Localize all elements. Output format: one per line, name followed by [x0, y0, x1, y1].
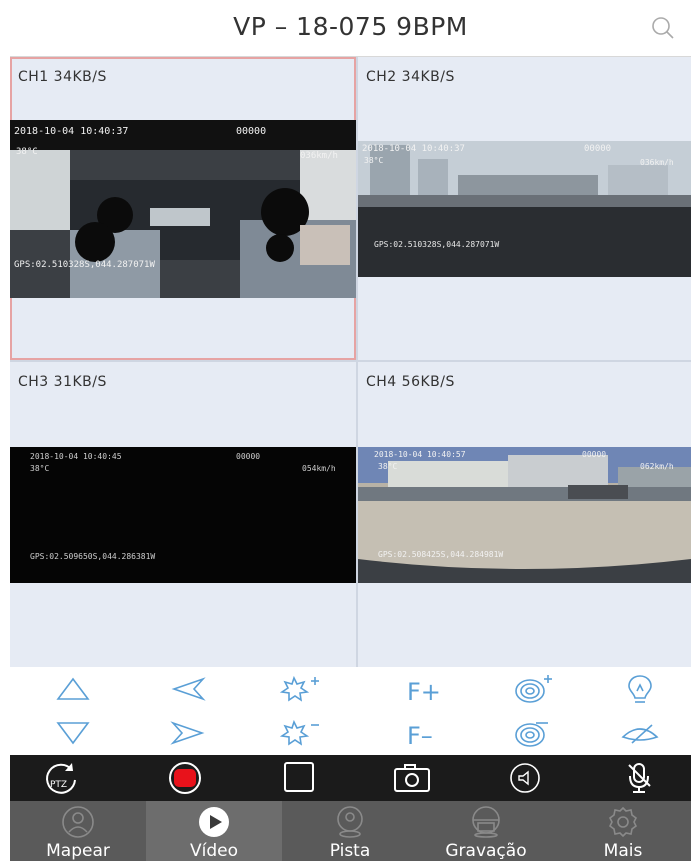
play-icon: [197, 805, 231, 839]
nav-item-mapear[interactable]: Mapear: [10, 801, 146, 861]
channel-label: CH1 34KB/S: [18, 69, 107, 85]
map-person-icon: [61, 805, 95, 839]
search-icon[interactable]: [649, 14, 677, 42]
tilt-down-icon[interactable]: [45, 715, 101, 751]
ptz-toggle-icon[interactable]: PTZ: [40, 759, 84, 797]
ptz-control-panel: F+ F–: [10, 667, 691, 755]
snapshot-icon[interactable]: [390, 759, 434, 797]
osd-temp: 38°C: [364, 156, 383, 165]
video-cell-ch2[interactable]: CH2 34KB/S 2018-10-04 10:40:37 00000 38°…: [358, 57, 691, 360]
osd-code: 00000: [582, 450, 606, 459]
grid-divider-vertical: [356, 57, 358, 667]
osd-temp: 38°C: [378, 462, 397, 471]
nav-label: Mapear: [46, 841, 110, 861]
osd-speed: 054km/h: [302, 464, 336, 473]
video-cell-ch3[interactable]: CH3 31KB/S 2018-10-04 10:40:45 00000 38°…: [10, 362, 356, 667]
recording-icon: [469, 805, 503, 839]
osd-code: 00000: [584, 144, 611, 154]
osd-gps: GPS:02.509650S,044.286381W: [30, 552, 155, 561]
nav-item-mais[interactable]: Mais: [555, 801, 691, 861]
osd-gps: GPS:02.508425S,044.284981W: [378, 550, 503, 559]
osd-temp: 38°C: [16, 147, 38, 157]
video-toolbar: PTZ: [10, 755, 691, 801]
gear-icon: [606, 805, 640, 839]
fullscreen-icon[interactable]: [277, 759, 321, 797]
osd-speed: 036km/h: [640, 158, 674, 167]
osd-code: 00000: [236, 452, 260, 461]
iris-minus-icon[interactable]: [505, 715, 561, 751]
header-bar: VP – 18-075 9BPM: [10, 0, 691, 57]
iris-plus-icon[interactable]: [505, 671, 561, 707]
channel-label: CH3 31KB/S: [18, 374, 107, 390]
video-feed-ch3[interactable]: 2018-10-04 10:40:45 00000 38°C 054km/h G…: [10, 447, 356, 583]
focus-plus-icon[interactable]: F+: [395, 671, 451, 707]
focus-minus-text: F–: [407, 722, 433, 748]
focus-plus-text: F+: [407, 678, 441, 704]
grid-divider-horizontal: [10, 360, 691, 362]
osd-gps: GPS:02.510328S,044.287071W: [14, 260, 155, 270]
pan-right-icon[interactable]: [160, 715, 216, 751]
nav-label: Mais: [603, 841, 643, 861]
bottom-nav: Mapear Vídeo Pista Gravação Mais: [10, 801, 691, 861]
speaker-icon[interactable]: [503, 759, 547, 797]
nav-item-pista[interactable]: Pista: [282, 801, 418, 861]
osd-time: 2018-10-04 10:40:57: [374, 450, 466, 459]
wiper-icon[interactable]: [612, 715, 668, 751]
osd-temp: 38°C: [30, 464, 49, 473]
nav-label: Gravação: [445, 841, 527, 861]
osd-code: 00000: [236, 126, 266, 137]
osd-gps: GPS:02.510328S,044.287071W: [374, 240, 499, 249]
light-icon[interactable]: [612, 671, 668, 707]
osd-time: 2018-10-04 10:40:37: [14, 126, 128, 137]
osd-time: 2018-10-04 10:40:45: [30, 452, 122, 461]
zoom-out-icon[interactable]: [272, 715, 328, 751]
channel-label: CH2 34KB/S: [366, 69, 455, 85]
nav-label: Vídeo: [189, 841, 238, 861]
channel-label: CH4 56KB/S: [366, 374, 455, 390]
video-cell-ch4[interactable]: CH4 56KB/S 2018-10-04 10:40:57 00000 38°…: [358, 362, 691, 667]
ptz-toggle-text: PTZ: [50, 780, 67, 790]
microphone-icon[interactable]: [618, 759, 662, 797]
video-cell-ch1[interactable]: CH1 34KB/S 2018-10-04 10:40:37 00000 38°…: [10, 57, 356, 360]
osd-speed: 036km/h: [300, 151, 338, 161]
nav-label: Pista: [329, 841, 371, 861]
pan-left-icon[interactable]: [160, 671, 216, 707]
video-feed-ch2[interactable]: 2018-10-04 10:40:37 00000 38°C 036km/h G…: [358, 141, 691, 277]
nav-item-gravacao[interactable]: Gravação: [418, 801, 554, 861]
app-frame: VP – 18-075 9BPM CH1 34KB/S 2018-10-04 1…: [10, 0, 691, 861]
focus-minus-icon[interactable]: F–: [395, 715, 451, 751]
page-title: VP – 18-075 9BPM: [233, 12, 468, 41]
record-icon[interactable]: [163, 759, 207, 797]
osd-time: 2018-10-04 10:40:37: [362, 144, 465, 154]
video-feed-ch4[interactable]: 2018-10-04 10:40:57 00000 38°C 062km/h G…: [358, 447, 691, 583]
zoom-in-icon[interactable]: [272, 671, 328, 707]
nav-item-video[interactable]: Vídeo: [146, 801, 282, 861]
osd-speed: 062km/h: [640, 462, 674, 471]
video-grid: CH1 34KB/S 2018-10-04 10:40:37 00000 38°…: [10, 57, 691, 667]
track-icon: [333, 805, 367, 839]
video-feed-ch1[interactable]: 2018-10-04 10:40:37 00000 38°C 036km/h G…: [10, 120, 356, 298]
tilt-up-icon[interactable]: [45, 671, 101, 707]
